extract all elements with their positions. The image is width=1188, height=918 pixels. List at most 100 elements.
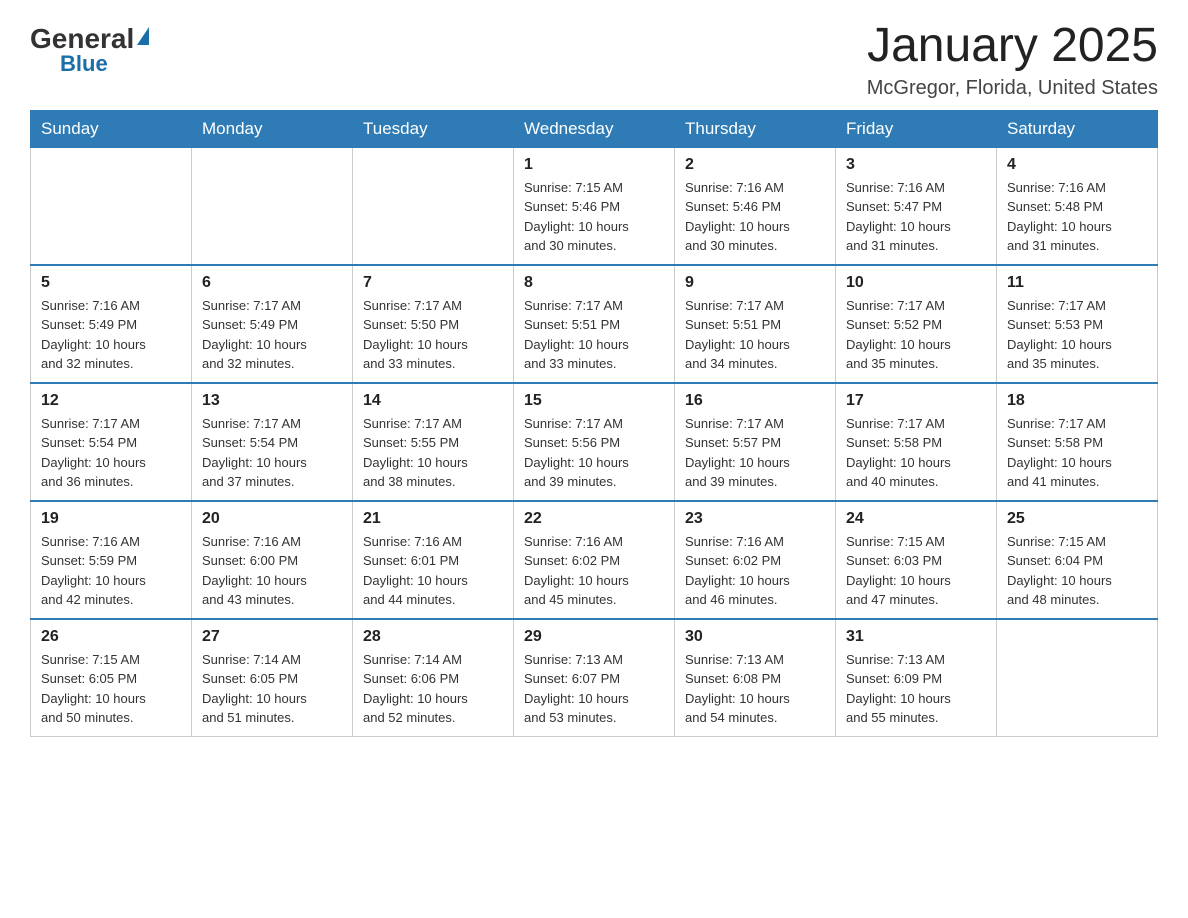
day-number: 29 [524,628,664,646]
day-info: Sunrise: 7:17 AM Sunset: 5:49 PM Dayligh… [202,296,342,374]
calendar-table: SundayMondayTuesdayWednesdayThursdayFrid… [30,110,1158,737]
day-number: 7 [363,274,503,292]
day-number: 11 [1007,274,1147,292]
day-header-row: SundayMondayTuesdayWednesdayThursdayFrid… [31,110,1158,147]
calendar-cell [997,619,1158,737]
calendar-body: 1 Sunrise: 7:15 AM Sunset: 5:46 PM Daylig… [31,147,1158,736]
day-number: 3 [846,156,986,174]
day-number: 1 [524,156,664,174]
day-number: 5 [41,274,181,292]
day-info: Sunrise: 7:17 AM Sunset: 5:51 PM Dayligh… [524,296,664,374]
day-info: Sunrise: 7:16 AM Sunset: 5:59 PM Dayligh… [41,532,181,610]
day-number: 13 [202,392,342,410]
day-number: 26 [41,628,181,646]
day-number: 8 [524,274,664,292]
calendar-week-0: 1 Sunrise: 7:15 AM Sunset: 5:46 PM Daylig… [31,147,1158,265]
day-info: Sunrise: 7:17 AM Sunset: 5:52 PM Dayligh… [846,296,986,374]
calendar-cell: 9 Sunrise: 7:17 AM Sunset: 5:51 PM Daylig… [675,265,836,383]
day-info: Sunrise: 7:17 AM Sunset: 5:54 PM Dayligh… [202,414,342,492]
calendar-cell: 26 Sunrise: 7:15 AM Sunset: 6:05 PM Dayli… [31,619,192,737]
day-number: 9 [685,274,825,292]
day-number: 10 [846,274,986,292]
day-header-thursday: Thursday [675,110,836,147]
calendar-week-1: 5 Sunrise: 7:16 AM Sunset: 5:49 PM Daylig… [31,265,1158,383]
day-info: Sunrise: 7:17 AM Sunset: 5:50 PM Dayligh… [363,296,503,374]
calendar-cell: 22 Sunrise: 7:16 AM Sunset: 6:02 PM Dayli… [514,501,675,619]
day-info: Sunrise: 7:16 AM Sunset: 5:49 PM Dayligh… [41,296,181,374]
day-info: Sunrise: 7:17 AM Sunset: 5:51 PM Dayligh… [685,296,825,374]
calendar-cell: 29Sunrise: 7:13 AM Sunset: 6:07 PM Dayli… [514,619,675,737]
day-number: 4 [1007,156,1147,174]
day-info: Sunrise: 7:16 AM Sunset: 6:02 PM Dayligh… [524,532,664,610]
day-info: Sunrise: 7:16 AM Sunset: 6:00 PM Dayligh… [202,532,342,610]
day-header-wednesday: Wednesday [514,110,675,147]
day-info: Sunrise: 7:17 AM Sunset: 5:53 PM Dayligh… [1007,296,1147,374]
day-info: Sunrise: 7:15 AM Sunset: 6:04 PM Dayligh… [1007,532,1147,610]
calendar-cell: 24Sunrise: 7:15 AM Sunset: 6:03 PM Dayli… [836,501,997,619]
day-info: Sunrise: 7:13 AM Sunset: 6:09 PM Dayligh… [846,650,986,728]
day-info: Sunrise: 7:15 AM Sunset: 5:46 PM Dayligh… [524,178,664,256]
calendar-cell: 15 Sunrise: 7:17 AM Sunset: 5:56 PM Dayli… [514,383,675,501]
day-number: 2 [685,156,825,174]
calendar-cell: 16Sunrise: 7:17 AM Sunset: 5:57 PM Dayli… [675,383,836,501]
day-info: Sunrise: 7:17 AM Sunset: 5:54 PM Dayligh… [41,414,181,492]
month-title: January 2025 [867,20,1158,73]
day-info: Sunrise: 7:16 AM Sunset: 5:46 PM Dayligh… [685,178,825,256]
calendar-cell: 2 Sunrise: 7:16 AM Sunset: 5:46 PM Daylig… [675,147,836,265]
day-info: Sunrise: 7:17 AM Sunset: 5:58 PM Dayligh… [846,414,986,492]
day-number: 30 [685,628,825,646]
calendar-cell: 6 Sunrise: 7:17 AM Sunset: 5:49 PM Daylig… [192,265,353,383]
calendar-cell: 20 Sunrise: 7:16 AM Sunset: 6:00 PM Dayli… [192,501,353,619]
calendar-cell: 10 Sunrise: 7:17 AM Sunset: 5:52 PM Dayli… [836,265,997,383]
day-info: Sunrise: 7:17 AM Sunset: 5:55 PM Dayligh… [363,414,503,492]
day-number: 23 [685,510,825,528]
location: McGregor, Florida, United States [867,77,1158,100]
day-info: Sunrise: 7:16 AM Sunset: 5:47 PM Dayligh… [846,178,986,256]
calendar-cell: 28Sunrise: 7:14 AM Sunset: 6:06 PM Dayli… [353,619,514,737]
calendar-cell: 3 Sunrise: 7:16 AM Sunset: 5:47 PM Daylig… [836,147,997,265]
day-number: 19 [41,510,181,528]
calendar-cell: 11 Sunrise: 7:17 AM Sunset: 5:53 PM Dayli… [997,265,1158,383]
day-header-friday: Friday [836,110,997,147]
day-info: Sunrise: 7:13 AM Sunset: 6:08 PM Dayligh… [685,650,825,728]
logo: General Blue [30,20,149,75]
logo-blue-text: Blue [60,53,108,75]
day-number: 6 [202,274,342,292]
day-number: 22 [524,510,664,528]
day-number: 17 [846,392,986,410]
day-number: 16 [685,392,825,410]
calendar-cell: 17 Sunrise: 7:17 AM Sunset: 5:58 PM Dayli… [836,383,997,501]
title-section: January 2025 McGregor, Florida, United S… [867,20,1158,100]
calendar-cell: 7 Sunrise: 7:17 AM Sunset: 5:50 PM Daylig… [353,265,514,383]
calendar-cell: 12Sunrise: 7:17 AM Sunset: 5:54 PM Dayli… [31,383,192,501]
calendar-cell: 31Sunrise: 7:13 AM Sunset: 6:09 PM Dayli… [836,619,997,737]
page-header: General Blue January 2025 McGregor, Flor… [30,20,1158,100]
calendar-week-4: 26 Sunrise: 7:15 AM Sunset: 6:05 PM Dayli… [31,619,1158,737]
day-info: Sunrise: 7:14 AM Sunset: 6:05 PM Dayligh… [202,650,342,728]
calendar-cell: 18Sunrise: 7:17 AM Sunset: 5:58 PM Dayli… [997,383,1158,501]
calendar-cell: 14Sunrise: 7:17 AM Sunset: 5:55 PM Dayli… [353,383,514,501]
day-header-sunday: Sunday [31,110,192,147]
day-info: Sunrise: 7:15 AM Sunset: 6:05 PM Dayligh… [41,650,181,728]
day-info: Sunrise: 7:16 AM Sunset: 5:48 PM Dayligh… [1007,178,1147,256]
calendar-cell: 21 Sunrise: 7:16 AM Sunset: 6:01 PM Dayli… [353,501,514,619]
logo-triangle-icon [137,27,149,45]
day-info: Sunrise: 7:16 AM Sunset: 6:01 PM Dayligh… [363,532,503,610]
day-number: 24 [846,510,986,528]
calendar-cell: 27Sunrise: 7:14 AM Sunset: 6:05 PM Dayli… [192,619,353,737]
calendar-week-3: 19 Sunrise: 7:16 AM Sunset: 5:59 PM Dayli… [31,501,1158,619]
day-header-saturday: Saturday [997,110,1158,147]
day-number: 20 [202,510,342,528]
calendar-week-2: 12Sunrise: 7:17 AM Sunset: 5:54 PM Dayli… [31,383,1158,501]
calendar-cell: 13 Sunrise: 7:17 AM Sunset: 5:54 PM Dayli… [192,383,353,501]
day-info: Sunrise: 7:17 AM Sunset: 5:56 PM Dayligh… [524,414,664,492]
day-number: 15 [524,392,664,410]
day-header-monday: Monday [192,110,353,147]
calendar-cell: 25Sunrise: 7:15 AM Sunset: 6:04 PM Dayli… [997,501,1158,619]
logo-general-text: General [30,25,134,53]
calendar-cell: 1 Sunrise: 7:15 AM Sunset: 5:46 PM Daylig… [514,147,675,265]
day-number: 21 [363,510,503,528]
calendar-cell: 19 Sunrise: 7:16 AM Sunset: 5:59 PM Dayli… [31,501,192,619]
calendar-cell: 5 Sunrise: 7:16 AM Sunset: 5:49 PM Daylig… [31,265,192,383]
calendar-header: SundayMondayTuesdayWednesdayThursdayFrid… [31,110,1158,147]
